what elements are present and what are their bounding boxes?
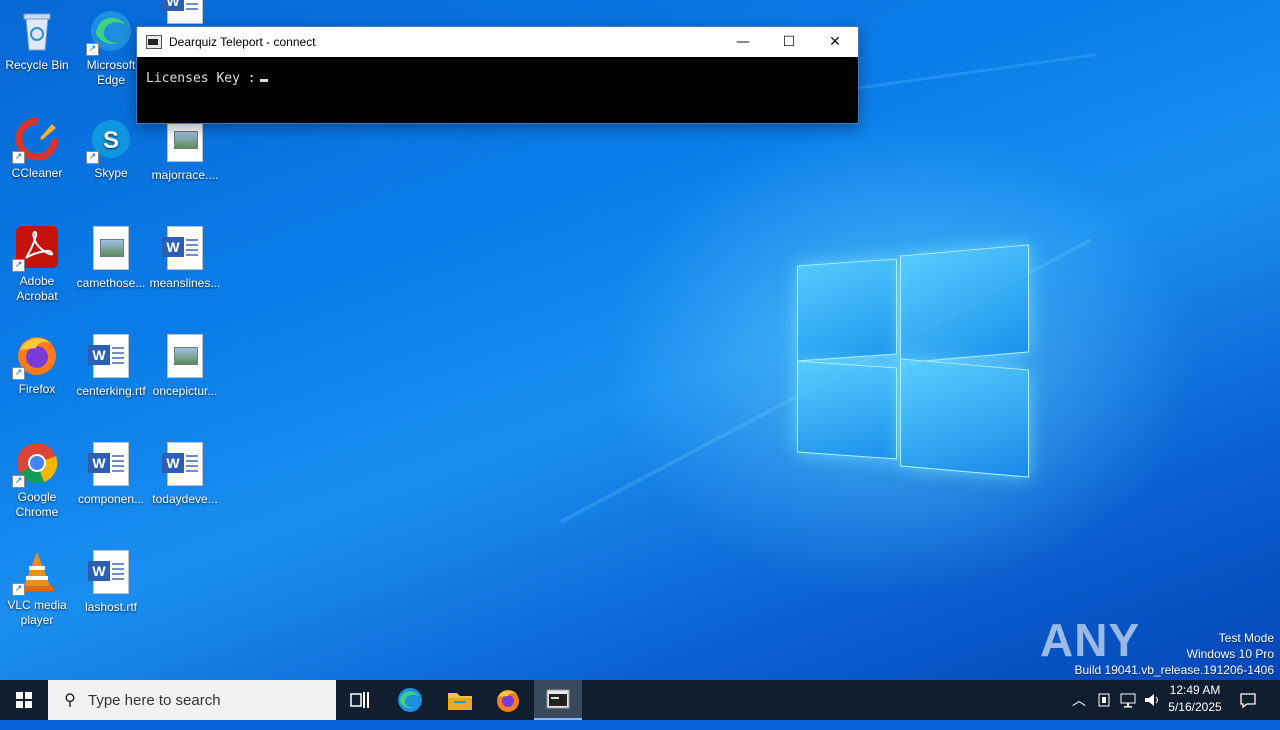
desktop-icon-todaydeve[interactable]: W todaydeve... xyxy=(148,440,222,507)
desktop-icon-meanslines[interactable]: W meanslines... xyxy=(148,224,222,291)
edge-icon: ↗ xyxy=(86,8,134,56)
image-file-icon xyxy=(162,118,208,164)
desktop-icon-ccleaner[interactable]: ↗ CCleaner xyxy=(0,116,74,181)
desktop-icon-componen[interactable]: W componen... xyxy=(74,440,148,507)
folder-icon xyxy=(448,693,472,710)
word-doc-icon: W xyxy=(162,226,208,272)
speaker-icon xyxy=(1145,694,1158,706)
desktop-icon-firefox[interactable]: ↗ Firefox xyxy=(0,332,74,397)
shortcut-arrow-icon: ↗ xyxy=(86,43,99,56)
taskbar-console[interactable] xyxy=(534,680,582,720)
window-title: Dearquiz Teleport - connect xyxy=(169,35,316,49)
clock[interactable]: 12:49 AM 5/16/2025 xyxy=(1162,682,1228,716)
chrome-icon: ↗ xyxy=(12,440,60,488)
skype-icon: S ↗ xyxy=(86,116,134,164)
taskbar-firefox[interactable] xyxy=(484,680,532,720)
console-app-icon xyxy=(146,35,162,49)
word-doc-icon: W xyxy=(162,0,208,26)
chevron-up-icon: ︿ xyxy=(1072,693,1086,709)
recycle-bin-icon xyxy=(14,8,60,54)
tray-overflow-button[interactable]: ︿ xyxy=(1068,680,1090,720)
image-file-icon xyxy=(88,226,134,272)
minimize-button[interactable]: — xyxy=(720,27,766,57)
test-mode-watermark: Test Mode Windows 10 Pro Build 19041.vb_… xyxy=(1075,630,1275,678)
vlc-icon: ↗ xyxy=(12,548,60,596)
desktop-icon-camethose[interactable]: camethose... xyxy=(74,224,148,291)
word-doc-icon: W xyxy=(88,550,134,596)
task-view-icon xyxy=(350,692,369,708)
windows-logo-pane-tr xyxy=(900,244,1029,364)
edge-icon xyxy=(398,688,422,712)
console-app-icon xyxy=(546,689,570,709)
search-box[interactable]: ⚲ Type here to search xyxy=(48,680,336,720)
shortcut-arrow-icon: ↗ xyxy=(12,475,25,488)
word-doc-icon: W xyxy=(88,334,134,380)
firefox-icon xyxy=(497,690,519,712)
taskbar-edge[interactable] xyxy=(386,680,434,720)
desktop-icon-vlc[interactable]: ↗ VLC media player xyxy=(0,548,74,628)
shortcut-arrow-icon: ↗ xyxy=(12,583,25,596)
desktop-icon-acrobat[interactable]: ↗ Adobe Acrobat xyxy=(0,224,74,304)
console-window[interactable]: Dearquiz Teleport - connect — ☐ ✕ Licens… xyxy=(136,26,859,124)
watermark-line-2: Windows 10 Pro xyxy=(1186,647,1274,661)
desktop-icon-centerking[interactable]: W centerking.rtf xyxy=(74,332,148,399)
close-button[interactable]: ✕ xyxy=(812,27,858,57)
taskbar: ⚲ Type here to search ︿ 12:49 AM 5/16/20… xyxy=(0,680,1280,720)
desktop-icon-skype[interactable]: S ↗ Skype xyxy=(74,116,148,181)
watermark-line-1: Test Mode xyxy=(1218,631,1274,645)
windows-logo-pane-br xyxy=(900,358,1029,478)
search-placeholder: Type here to search xyxy=(88,691,221,709)
taskbar-file-explorer[interactable] xyxy=(436,680,484,720)
console-output[interactable]: Licenses Key : xyxy=(137,57,858,100)
tray-volume-button[interactable] xyxy=(1142,680,1162,720)
acrobat-icon: ↗ xyxy=(12,224,60,272)
desktop-icon-lashost[interactable]: W lashost.rtf xyxy=(74,548,148,615)
network-icon xyxy=(1120,693,1136,708)
maximize-button[interactable]: ☐ xyxy=(766,27,812,57)
shortcut-arrow-icon: ↗ xyxy=(12,151,25,164)
windows-logo-pane-tl xyxy=(797,258,897,362)
usb-device-icon xyxy=(1098,693,1110,707)
desktop-icon-recycle-bin[interactable]: Recycle Bin xyxy=(0,8,74,73)
tray-device-button[interactable] xyxy=(1094,680,1114,720)
windows-start-icon xyxy=(16,692,32,708)
search-icon: ⚲ xyxy=(64,692,76,709)
shortcut-arrow-icon: ↗ xyxy=(12,367,25,380)
firefox-icon: ↗ xyxy=(12,332,60,380)
windows-logo-pane-bl xyxy=(797,360,897,460)
text-cursor xyxy=(259,79,268,82)
console-prompt: Licenses Key : xyxy=(146,71,256,86)
clock-date: 5/16/2025 xyxy=(1168,700,1222,714)
clock-time: 12:49 AM xyxy=(1169,683,1221,697)
watermark-line-3: Build 19041.vb_release.191206-1406 xyxy=(1074,663,1275,677)
tray-network-button[interactable] xyxy=(1118,680,1138,720)
shortcut-arrow-icon: ↗ xyxy=(12,259,25,272)
word-doc-icon: W xyxy=(88,442,134,488)
svg-text:S: S xyxy=(103,127,119,154)
desktop-icon-chrome[interactable]: ↗ Google Chrome xyxy=(0,440,74,520)
start-button[interactable] xyxy=(0,680,48,720)
image-file-icon xyxy=(162,334,208,380)
action-center-button[interactable] xyxy=(1234,680,1262,720)
notification-icon xyxy=(1240,693,1256,709)
shortcut-arrow-icon: ↗ xyxy=(86,151,99,164)
desktop-icon-majorrace[interactable]: majorrace.... xyxy=(148,116,222,183)
console-titlebar[interactable]: Dearquiz Teleport - connect — ☐ ✕ xyxy=(137,27,858,57)
word-doc-icon: W xyxy=(162,442,208,488)
task-view-button[interactable] xyxy=(336,680,384,720)
desktop-icon-oncepictur[interactable]: oncepictur... xyxy=(148,332,222,399)
ccleaner-icon: ↗ xyxy=(12,116,60,164)
